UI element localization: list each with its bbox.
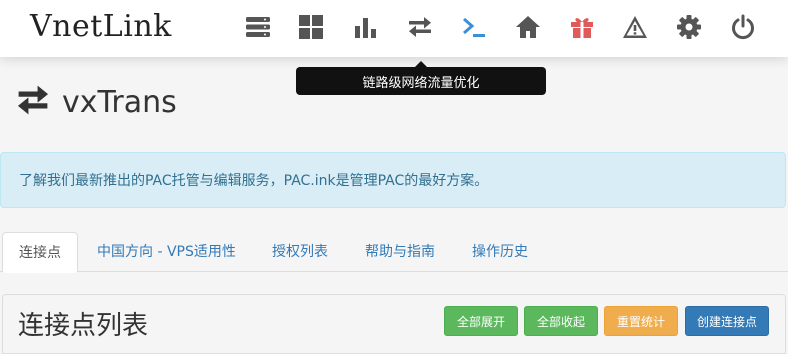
- page-header: vxTrans: [16, 80, 177, 124]
- reset-stats-button[interactable]: 重置统计: [604, 306, 678, 336]
- home-icon[interactable]: [515, 14, 541, 40]
- gift-icon[interactable]: [569, 14, 595, 40]
- exchange-icon[interactable]: [407, 14, 433, 40]
- server-icon[interactable]: [245, 14, 271, 40]
- expand-all-button[interactable]: 全部展开: [444, 306, 518, 336]
- info-alert: 了解我们最新推出的PAC托管与编辑服务，PAC.ink是管理PAC的最好方案。: [0, 152, 786, 208]
- connection-points-panel: 连接点列表 全部展开 全部收起 重置统计 创建连接点: [2, 294, 786, 354]
- tab-authorization-list[interactable]: 授权列表: [256, 232, 344, 272]
- tab-china-direction[interactable]: 中国方向 - VPS适用性: [81, 232, 252, 272]
- panel-title: 连接点列表: [18, 311, 149, 341]
- create-connection-point-button[interactable]: 创建连接点: [685, 306, 769, 336]
- warning-icon[interactable]: [622, 14, 648, 40]
- tab-connection-points[interactable]: 连接点: [2, 232, 78, 273]
- collapse-all-button[interactable]: 全部收起: [524, 306, 598, 336]
- page-title: vxTrans: [62, 84, 177, 120]
- alert-text[interactable]: 了解我们最新推出的PAC托管与编辑服务，PAC.ink是管理PAC的最好方案。: [19, 170, 488, 190]
- gear-icon[interactable]: [676, 14, 702, 40]
- tab-operation-history[interactable]: 操作历史: [456, 232, 544, 272]
- bar-chart-icon[interactable]: [353, 14, 379, 40]
- grid-icon[interactable]: [298, 14, 324, 40]
- terminal-icon[interactable]: [461, 14, 487, 40]
- power-icon[interactable]: [730, 14, 756, 40]
- top-navbar: VnetLink: [0, 0, 788, 57]
- tab-bar: 连接点 中国方向 - VPS适用性 授权列表 帮助与指南 操作历史: [0, 232, 788, 273]
- brand-logo[interactable]: VnetLink: [30, 9, 172, 44]
- tab-help-guide[interactable]: 帮助与指南: [349, 232, 451, 272]
- exchange-icon: [16, 83, 50, 121]
- nav-tooltip: 链路级网络流量优化: [296, 61, 546, 95]
